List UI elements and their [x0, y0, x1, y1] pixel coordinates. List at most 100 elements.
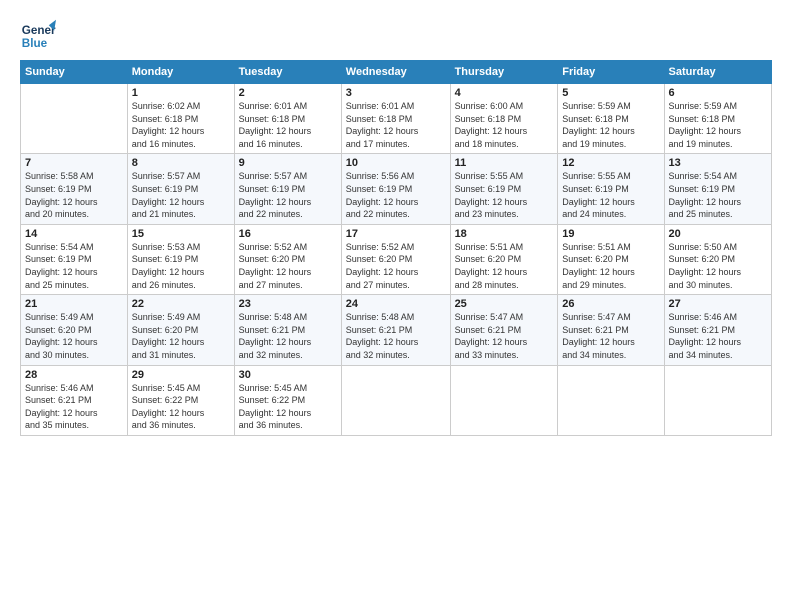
calendar-header: SundayMondayTuesdayWednesdayThursdayFrid…	[21, 61, 772, 84]
calendar-cell: 9Sunrise: 5:57 AM Sunset: 6:19 PM Daylig…	[234, 154, 341, 224]
day-info: Sunrise: 5:56 AM Sunset: 6:19 PM Dayligh…	[346, 170, 446, 220]
day-info: Sunrise: 6:01 AM Sunset: 6:18 PM Dayligh…	[239, 100, 337, 150]
calendar-cell: 24Sunrise: 5:48 AM Sunset: 6:21 PM Dayli…	[341, 295, 450, 365]
day-info: Sunrise: 5:49 AM Sunset: 6:20 PM Dayligh…	[132, 311, 230, 361]
day-number: 8	[132, 157, 230, 169]
day-number: 18	[455, 228, 554, 240]
day-number: 29	[132, 369, 230, 381]
day-number: 6	[669, 87, 767, 99]
day-number: 21	[25, 298, 123, 310]
calendar-cell: 26Sunrise: 5:47 AM Sunset: 6:21 PM Dayli…	[558, 295, 664, 365]
day-info: Sunrise: 6:01 AM Sunset: 6:18 PM Dayligh…	[346, 100, 446, 150]
day-info: Sunrise: 5:52 AM Sunset: 6:20 PM Dayligh…	[239, 241, 337, 291]
col-header-wednesday: Wednesday	[341, 61, 450, 84]
day-number: 12	[562, 157, 659, 169]
day-info: Sunrise: 5:59 AM Sunset: 6:18 PM Dayligh…	[669, 100, 767, 150]
day-number: 22	[132, 298, 230, 310]
day-number: 26	[562, 298, 659, 310]
header: General Blue	[20, 18, 772, 54]
day-info: Sunrise: 6:00 AM Sunset: 6:18 PM Dayligh…	[455, 100, 554, 150]
calendar-cell: 18Sunrise: 5:51 AM Sunset: 6:20 PM Dayli…	[450, 224, 558, 294]
calendar-cell: 10Sunrise: 5:56 AM Sunset: 6:19 PM Dayli…	[341, 154, 450, 224]
day-number: 23	[239, 298, 337, 310]
calendar-cell: 1Sunrise: 6:02 AM Sunset: 6:18 PM Daylig…	[127, 84, 234, 154]
calendar-cell	[558, 365, 664, 435]
day-info: Sunrise: 6:02 AM Sunset: 6:18 PM Dayligh…	[132, 100, 230, 150]
day-number: 30	[239, 369, 337, 381]
day-info: Sunrise: 5:55 AM Sunset: 6:19 PM Dayligh…	[455, 170, 554, 220]
calendar-cell: 22Sunrise: 5:49 AM Sunset: 6:20 PM Dayli…	[127, 295, 234, 365]
calendar-cell: 27Sunrise: 5:46 AM Sunset: 6:21 PM Dayli…	[664, 295, 771, 365]
day-number: 14	[25, 228, 123, 240]
day-number: 2	[239, 87, 337, 99]
calendar-cell: 16Sunrise: 5:52 AM Sunset: 6:20 PM Dayli…	[234, 224, 341, 294]
week-row-3: 14Sunrise: 5:54 AM Sunset: 6:19 PM Dayli…	[21, 224, 772, 294]
day-info: Sunrise: 5:59 AM Sunset: 6:18 PM Dayligh…	[562, 100, 659, 150]
calendar-cell	[21, 84, 128, 154]
week-row-1: 1Sunrise: 6:02 AM Sunset: 6:18 PM Daylig…	[21, 84, 772, 154]
calendar-table: SundayMondayTuesdayWednesdayThursdayFrid…	[20, 60, 772, 436]
calendar-cell: 20Sunrise: 5:50 AM Sunset: 6:20 PM Dayli…	[664, 224, 771, 294]
header-row: SundayMondayTuesdayWednesdayThursdayFrid…	[21, 61, 772, 84]
day-number: 1	[132, 87, 230, 99]
calendar-cell: 15Sunrise: 5:53 AM Sunset: 6:19 PM Dayli…	[127, 224, 234, 294]
day-number: 25	[455, 298, 554, 310]
day-number: 19	[562, 228, 659, 240]
day-info: Sunrise: 5:45 AM Sunset: 6:22 PM Dayligh…	[239, 382, 337, 432]
logo: General Blue	[20, 18, 56, 54]
week-row-5: 28Sunrise: 5:46 AM Sunset: 6:21 PM Dayli…	[21, 365, 772, 435]
day-number: 3	[346, 87, 446, 99]
col-header-monday: Monday	[127, 61, 234, 84]
calendar-cell	[450, 365, 558, 435]
day-number: 28	[25, 369, 123, 381]
day-info: Sunrise: 5:49 AM Sunset: 6:20 PM Dayligh…	[25, 311, 123, 361]
day-number: 27	[669, 298, 767, 310]
day-info: Sunrise: 5:54 AM Sunset: 6:19 PM Dayligh…	[25, 241, 123, 291]
day-info: Sunrise: 5:45 AM Sunset: 6:22 PM Dayligh…	[132, 382, 230, 432]
day-info: Sunrise: 5:55 AM Sunset: 6:19 PM Dayligh…	[562, 170, 659, 220]
calendar-cell: 30Sunrise: 5:45 AM Sunset: 6:22 PM Dayli…	[234, 365, 341, 435]
calendar-cell	[664, 365, 771, 435]
svg-text:Blue: Blue	[22, 37, 48, 50]
day-info: Sunrise: 5:50 AM Sunset: 6:20 PM Dayligh…	[669, 241, 767, 291]
calendar-cell: 29Sunrise: 5:45 AM Sunset: 6:22 PM Dayli…	[127, 365, 234, 435]
calendar-cell: 23Sunrise: 5:48 AM Sunset: 6:21 PM Dayli…	[234, 295, 341, 365]
calendar-body: 1Sunrise: 6:02 AM Sunset: 6:18 PM Daylig…	[21, 84, 772, 436]
day-info: Sunrise: 5:47 AM Sunset: 6:21 PM Dayligh…	[562, 311, 659, 361]
day-number: 16	[239, 228, 337, 240]
day-number: 24	[346, 298, 446, 310]
calendar-cell: 4Sunrise: 6:00 AM Sunset: 6:18 PM Daylig…	[450, 84, 558, 154]
calendar-cell: 6Sunrise: 5:59 AM Sunset: 6:18 PM Daylig…	[664, 84, 771, 154]
day-number: 20	[669, 228, 767, 240]
day-info: Sunrise: 5:52 AM Sunset: 6:20 PM Dayligh…	[346, 241, 446, 291]
day-info: Sunrise: 5:54 AM Sunset: 6:19 PM Dayligh…	[669, 170, 767, 220]
calendar-cell: 11Sunrise: 5:55 AM Sunset: 6:19 PM Dayli…	[450, 154, 558, 224]
col-header-tuesday: Tuesday	[234, 61, 341, 84]
day-info: Sunrise: 5:48 AM Sunset: 6:21 PM Dayligh…	[239, 311, 337, 361]
day-info: Sunrise: 5:47 AM Sunset: 6:21 PM Dayligh…	[455, 311, 554, 361]
day-info: Sunrise: 5:57 AM Sunset: 6:19 PM Dayligh…	[239, 170, 337, 220]
week-row-2: 7Sunrise: 5:58 AM Sunset: 6:19 PM Daylig…	[21, 154, 772, 224]
calendar-cell: 3Sunrise: 6:01 AM Sunset: 6:18 PM Daylig…	[341, 84, 450, 154]
day-number: 5	[562, 87, 659, 99]
calendar-cell: 14Sunrise: 5:54 AM Sunset: 6:19 PM Dayli…	[21, 224, 128, 294]
day-number: 13	[669, 157, 767, 169]
calendar-cell: 2Sunrise: 6:01 AM Sunset: 6:18 PM Daylig…	[234, 84, 341, 154]
calendar-cell: 13Sunrise: 5:54 AM Sunset: 6:19 PM Dayli…	[664, 154, 771, 224]
day-number: 9	[239, 157, 337, 169]
calendar-page: General Blue SundayMondayTuesdayWednesda…	[0, 0, 792, 612]
col-header-sunday: Sunday	[21, 61, 128, 84]
week-row-4: 21Sunrise: 5:49 AM Sunset: 6:20 PM Dayli…	[21, 295, 772, 365]
day-number: 17	[346, 228, 446, 240]
calendar-cell: 25Sunrise: 5:47 AM Sunset: 6:21 PM Dayli…	[450, 295, 558, 365]
col-header-thursday: Thursday	[450, 61, 558, 84]
calendar-cell	[341, 365, 450, 435]
calendar-cell: 5Sunrise: 5:59 AM Sunset: 6:18 PM Daylig…	[558, 84, 664, 154]
day-info: Sunrise: 5:51 AM Sunset: 6:20 PM Dayligh…	[455, 241, 554, 291]
day-info: Sunrise: 5:58 AM Sunset: 6:19 PM Dayligh…	[25, 170, 123, 220]
calendar-cell: 12Sunrise: 5:55 AM Sunset: 6:19 PM Dayli…	[558, 154, 664, 224]
day-number: 7	[25, 157, 123, 169]
day-info: Sunrise: 5:46 AM Sunset: 6:21 PM Dayligh…	[669, 311, 767, 361]
col-header-saturday: Saturday	[664, 61, 771, 84]
calendar-cell: 7Sunrise: 5:58 AM Sunset: 6:19 PM Daylig…	[21, 154, 128, 224]
